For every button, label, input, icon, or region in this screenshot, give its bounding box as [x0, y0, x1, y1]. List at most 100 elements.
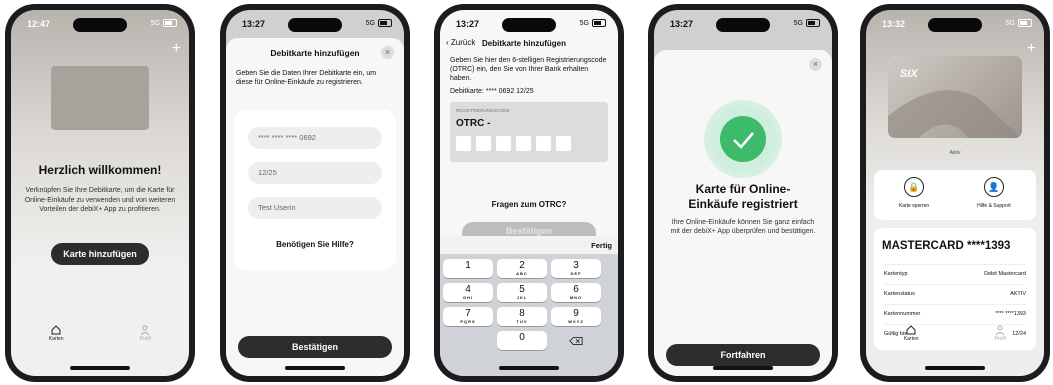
- back-button[interactable]: ‹ Zurück: [446, 38, 475, 47]
- key-2[interactable]: 2 ABC: [497, 259, 547, 278]
- code-label: REGISTRIERUNGSCODE: [456, 108, 510, 113]
- key-3[interactable]: 3 DEF: [551, 259, 601, 278]
- help-support-action[interactable]: 👤 Hilfe & Support: [966, 177, 1022, 209]
- cardholder-field[interactable]: Test Userin: [248, 197, 382, 219]
- registered-screen: 13:27 5G × Karte für Online-Einkäufe reg…: [654, 10, 832, 376]
- code-digit-box: [536, 136, 551, 151]
- phone-add-card: 13:27 5G Debitkarte hinzufügen × Geben S…: [220, 4, 410, 382]
- key-9-letters: WXYZ: [568, 319, 584, 324]
- otrc-question-link[interactable]: Fragen zum OTRC?: [440, 200, 618, 209]
- phone-card-detail: 13:32 5G + SIX Aktiv 🔒 Karte sperren 👤 H…: [860, 4, 1050, 382]
- key-0-number: 0: [519, 332, 525, 343]
- tab-karten[interactable]: Karten: [49, 324, 64, 358]
- success-text: Ihre Online-Einkäufe können Sie ganz ein…: [670, 219, 816, 235]
- home-indicator: [285, 366, 345, 370]
- add-card-button[interactable]: Karte hinzufügen: [51, 243, 149, 265]
- continue-button[interactable]: Fortfahren: [666, 344, 820, 366]
- network-label: 5G: [793, 19, 803, 27]
- key-1[interactable]: 1: [443, 259, 493, 278]
- dynamic-island: [928, 18, 982, 32]
- code-digit-box: [516, 136, 531, 151]
- back-label: Zurück: [450, 38, 476, 47]
- status-time: 13:27: [456, 19, 480, 29]
- code-box: REGISTRIERUNGSCODE OTRC -: [450, 102, 608, 162]
- detail-key: Kartennummer: [884, 311, 921, 317]
- help-support-label: Hilfe & Support: [977, 203, 1011, 209]
- tab-karten-label: Karten: [903, 336, 919, 342]
- key-8-number: 8: [519, 308, 525, 319]
- code-digit-boxes[interactable]: [456, 136, 571, 151]
- welcome-text: Verknüpfen Sie Ihre Debitkarte, um die K…: [24, 187, 176, 213]
- keyboard-done-bar: Fertig: [440, 236, 618, 254]
- key-8-letters: TUV: [516, 319, 528, 324]
- detail-value: **** ****1393: [995, 311, 1026, 317]
- key-6-number: 6: [573, 284, 579, 295]
- tab-profil[interactable]: Profil: [139, 324, 151, 358]
- plus-icon[interactable]: +: [172, 40, 181, 58]
- tab-profil-label: Profil: [139, 336, 151, 342]
- welcome-title: Herzlich willkommen!: [38, 163, 162, 177]
- key-2-letters: ABC: [516, 271, 528, 276]
- house-icon: [51, 325, 61, 335]
- detail-row: Kartenstatus AKTIV: [884, 284, 1026, 305]
- detail-value: Debit Mastercard: [984, 271, 1026, 277]
- card-detail-screen: 13:32 5G + SIX Aktiv 🔒 Karte sperren 👤 H…: [866, 10, 1044, 376]
- block-card-label: Karte sperren: [898, 203, 930, 209]
- keyboard: Fertig 1 2 ABC 3 DEF 4 GHI 5 JKL 6 MNO 7 PQRS …: [440, 236, 618, 376]
- intro-text: Geben Sie die Daten Ihrer Debitkarte ein…: [236, 70, 377, 86]
- key-8[interactable]: 8 TUV: [497, 307, 547, 326]
- confirm-button[interactable]: Bestätigen: [238, 336, 392, 358]
- code-digit-box: [456, 136, 471, 151]
- key-5-number: 5: [519, 284, 525, 295]
- chevron-left-icon: ‹: [446, 38, 449, 47]
- network-label: 5G: [579, 19, 589, 27]
- tab-karten[interactable]: Karten: [904, 324, 919, 358]
- key-5[interactable]: 5 JKL: [497, 283, 547, 302]
- key-7[interactable]: 7 PQRS: [443, 307, 493, 326]
- key-9-number: 9: [573, 308, 579, 319]
- dynamic-island: [502, 18, 556, 32]
- code-digit-box: [496, 136, 511, 151]
- tab-profil[interactable]: Profil: [994, 324, 1006, 358]
- tab-bar: Karten Profil: [11, 324, 189, 358]
- battery-icon: [806, 19, 820, 27]
- detail-value: AKTIV: [1010, 291, 1026, 297]
- done-button[interactable]: Fertig: [591, 241, 612, 250]
- debit-card-image[interactable]: SIX: [888, 56, 1022, 138]
- key-0[interactable]: 0: [497, 331, 547, 350]
- key-7-number: 7: [465, 308, 471, 319]
- status-time: 13:32: [882, 19, 906, 29]
- key-5-letters: JKL: [516, 295, 528, 300]
- key-4-number: 4: [465, 284, 471, 295]
- key-4[interactable]: 4 GHI: [443, 283, 493, 302]
- card-number-field[interactable]: **** **** **** 0692: [248, 127, 382, 149]
- key-3-number: 3: [573, 260, 579, 271]
- key-9[interactable]: 9 WXYZ: [551, 307, 601, 326]
- battery-icon: [163, 19, 177, 27]
- key-1-number: 1: [465, 260, 471, 271]
- key-6-letters: MNO: [569, 295, 583, 300]
- help-link[interactable]: Benötigen Sie Hilfe?: [226, 240, 404, 249]
- phone-registered: 13:27 5G × Karte für Online-Einkäufe reg…: [648, 4, 838, 382]
- network-label: 5G: [1005, 19, 1015, 27]
- sheet: [654, 50, 832, 376]
- tab-bar: Karten Profil: [866, 324, 1044, 358]
- otrc-screen: 13:27 5G ‹ Zurück Debitkarte hinzufügen …: [440, 10, 618, 376]
- close-icon[interactable]: ×: [809, 58, 822, 71]
- status-time: 13:27: [242, 19, 266, 29]
- close-icon[interactable]: ×: [381, 46, 394, 59]
- code-digit-box: [556, 136, 571, 151]
- dynamic-island: [73, 18, 127, 32]
- lock-icon: 🔒: [904, 177, 924, 197]
- plus-icon[interactable]: +: [1027, 40, 1036, 58]
- person-support-icon: 👤: [984, 177, 1004, 197]
- key-6[interactable]: 6 MNO: [551, 283, 601, 302]
- home-indicator: [70, 366, 130, 370]
- house-icon: [906, 325, 916, 335]
- backspace-key[interactable]: [551, 331, 601, 350]
- network-label: 5G: [365, 19, 375, 27]
- person-icon: [995, 325, 1005, 336]
- detail-key: Kartenstatus: [884, 291, 915, 297]
- expiry-field[interactable]: 12/25: [248, 162, 382, 184]
- block-card-action[interactable]: 🔒 Karte sperren: [886, 177, 942, 209]
